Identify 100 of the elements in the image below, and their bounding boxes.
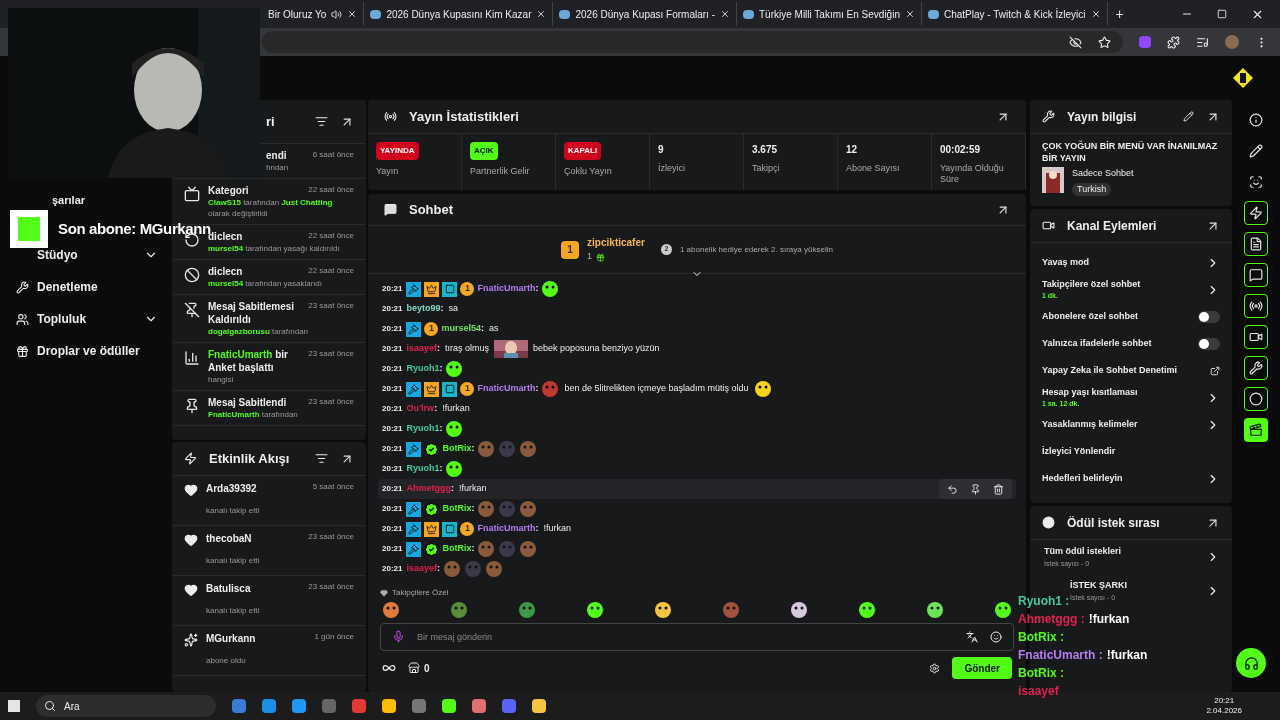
- entry-title: Mesaj Sabitlemesi Kaldırıldı: [208, 300, 296, 326]
- close-icon[interactable]: [347, 9, 358, 19]
- external-link-icon[interactable]: [1210, 365, 1220, 376]
- browser-tab[interactable]: ChatPlay - Twitch & Kick İzleyici: [921, 2, 1108, 26]
- close-icon[interactable]: [536, 9, 547, 19]
- username[interactable]: isaayef:: [406, 342, 440, 356]
- message-field[interactable]: Bir mesaj gönderin: [380, 623, 1014, 651]
- filter-icon[interactable]: [315, 115, 328, 128]
- message-time: 20:21: [382, 283, 403, 295]
- pin-icon[interactable]: [970, 483, 981, 495]
- action-label[interactable]: İzleyici Yönlendir: [1042, 444, 1220, 459]
- support-button[interactable]: [1236, 648, 1266, 678]
- tab-favicon: [370, 9, 382, 19]
- app-icon[interactable]: [472, 699, 486, 713]
- close-icon[interactable]: [720, 9, 730, 19]
- delete-icon[interactable]: [993, 483, 1004, 495]
- message-text: !furkan: [442, 402, 470, 416]
- stat-value: 9: [658, 143, 665, 157]
- action-label[interactable]: Yapay Zeka ile Sohbet Denetimi: [1042, 363, 1210, 378]
- close-icon[interactable]: [1090, 9, 1101, 19]
- start-icon[interactable]: [8, 700, 20, 712]
- username[interactable]: FnaticUmarth:: [477, 282, 539, 296]
- rail-button[interactable]: [1244, 325, 1268, 349]
- app-icon[interactable]: [442, 699, 456, 713]
- action-label[interactable]: Takipçilere özel sohbet: [1042, 277, 1206, 291]
- extension-icon[interactable]: [1139, 36, 1151, 48]
- app-icon[interactable]: [532, 699, 546, 713]
- reward-label[interactable]: Tüm ödül istekleri: [1044, 545, 1206, 559]
- browser-tab[interactable]: 2026 Dünya Kupası Formaları -: [553, 2, 737, 26]
- new-tab-button[interactable]: +: [1107, 3, 1132, 25]
- og-badge-icon: [442, 521, 458, 537]
- wrench-icon: [16, 280, 29, 294]
- username[interactable]: mursel54:: [441, 322, 484, 336]
- app-icon[interactable]: [232, 699, 246, 713]
- avatar[interactable]: [1225, 35, 1239, 49]
- translate-icon[interactable]: [966, 631, 978, 643]
- eye-off-icon[interactable]: [1069, 35, 1082, 49]
- close-icon[interactable]: [904, 9, 915, 19]
- rail-button[interactable]: [1244, 387, 1268, 411]
- app-icon[interactable]: [352, 699, 366, 713]
- entry-title: diclecn: [208, 231, 243, 243]
- filter-icon[interactable]: [315, 452, 328, 465]
- reward-label[interactable]: İSTEK ŞARKI: [1070, 579, 1206, 593]
- username[interactable]: Ahmetggg:: [406, 482, 454, 496]
- action-label[interactable]: Hesap yaşı kısıtlaması: [1042, 385, 1206, 399]
- bookmark-icon[interactable]: [1098, 35, 1111, 49]
- username[interactable]: FnaticUmarth:: [477, 522, 539, 536]
- app-icon[interactable]: [502, 699, 516, 713]
- reply-icon[interactable]: [947, 483, 958, 495]
- username[interactable]: BotRix:: [442, 542, 475, 556]
- browser-tab[interactable]: Türkiye Milli Takımı En Sevdiğin: [737, 2, 922, 26]
- event-time: 1 gün önce: [314, 631, 354, 643]
- username[interactable]: Ryuoh1:: [406, 462, 443, 476]
- app-icon[interactable]: [382, 699, 396, 713]
- username[interactable]: beyto99:: [406, 302, 444, 316]
- edit-icon[interactable]: [1183, 111, 1194, 122]
- browser-tab[interactable]: Bir Oluruz Yo: [262, 2, 365, 26]
- entry-time: 23 saat önce: [308, 348, 354, 360]
- rail-button[interactable]: [1244, 294, 1268, 318]
- sidebar-item[interactable]: Topluluk: [16, 308, 158, 330]
- toggle-switch[interactable]: [1198, 310, 1220, 323]
- overlay-username: isaayef: [1018, 683, 1059, 700]
- settings-icon[interactable]: [929, 662, 941, 674]
- emoji-icon[interactable]: [990, 631, 1002, 643]
- entry-title: Mesaj Sabitlendi: [208, 396, 287, 409]
- rail-button[interactable]: [1244, 201, 1268, 225]
- app-icon[interactable]: [292, 699, 306, 713]
- action-label[interactable]: Yavaş mod: [1042, 255, 1206, 270]
- username[interactable]: Ou'lrw:: [406, 402, 438, 416]
- username[interactable]: BotRix:: [442, 442, 475, 456]
- app-icon[interactable]: [412, 699, 426, 713]
- rail-button[interactable]: [1244, 263, 1268, 287]
- action-label[interactable]: Yasaklanmış kelimeler: [1042, 417, 1206, 432]
- username[interactable]: FnaticUmarth:: [477, 382, 539, 396]
- rail-button[interactable]: [1244, 232, 1268, 256]
- extensions-icon[interactable]: [1167, 35, 1180, 49]
- app-icon[interactable]: [262, 699, 276, 713]
- microphone-icon[interactable]: [392, 630, 405, 643]
- toggle-switch[interactable]: [1198, 337, 1220, 350]
- action-label[interactable]: Yalnızca ifadelerle sohbet: [1042, 336, 1198, 351]
- action-label[interactable]: Abonelere özel sohbet: [1042, 309, 1198, 324]
- sparkle-icon: [184, 633, 198, 647]
- action-label[interactable]: Hedefleri belirleyin: [1042, 471, 1206, 486]
- stream-title: ÇOK YOĞUN BİR MENÜ VAR İNANILMAZ BİR YAYIN: [1041, 139, 1219, 164]
- username[interactable]: isaayef:: [406, 562, 440, 576]
- sidebar-item[interactable]: Stüdyo: [16, 244, 158, 266]
- taskbar-search[interactable]: Ara: [36, 695, 216, 717]
- sidebar-item[interactable]: Droplar ve ödüller: [16, 340, 158, 362]
- rail-button[interactable]: [1244, 418, 1268, 442]
- restore-icon[interactable]: [1217, 9, 1227, 19]
- sidebar-item[interactable]: Denetleme: [16, 276, 158, 298]
- logo-icon: [1232, 67, 1254, 89]
- gift-count: 1: [587, 250, 593, 264]
- username[interactable]: Ryuoh1:: [406, 362, 443, 376]
- username[interactable]: Ryuoh1:: [406, 422, 443, 436]
- browser-tab[interactable]: 2026 Dünya Kupasını Kim Kazar: [364, 2, 554, 26]
- rail-button[interactable]: [1244, 356, 1268, 380]
- send-button[interactable]: Gönder: [952, 657, 1012, 679]
- media-icon[interactable]: [1196, 35, 1209, 49]
- username[interactable]: BotRix:: [442, 502, 475, 516]
